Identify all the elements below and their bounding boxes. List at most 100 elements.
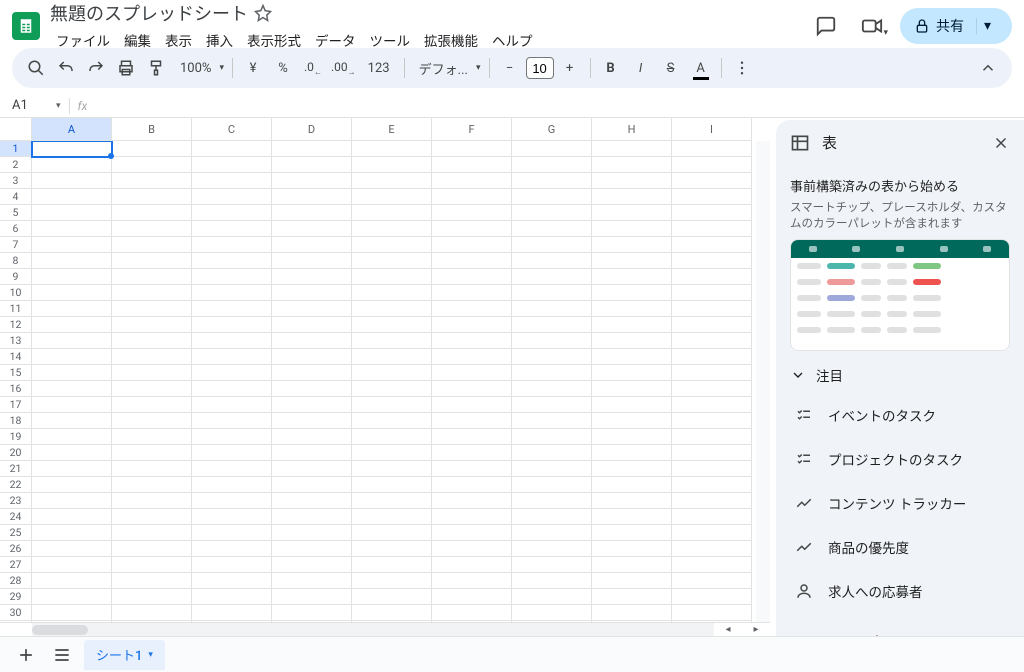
font-size-increase[interactable]: + [556, 54, 584, 82]
cell[interactable] [432, 413, 512, 429]
cell[interactable] [512, 269, 592, 285]
undo-icon[interactable] [52, 54, 80, 82]
cell[interactable] [592, 541, 672, 557]
cell[interactable] [672, 525, 752, 541]
font-size-input[interactable] [526, 57, 554, 79]
text-color-button[interactable]: A [687, 54, 715, 82]
cell[interactable] [672, 445, 752, 461]
row-header[interactable]: 10 [0, 285, 32, 301]
cell[interactable] [192, 397, 272, 413]
cell[interactable] [192, 445, 272, 461]
cell[interactable] [512, 525, 592, 541]
cell[interactable] [192, 189, 272, 205]
cell[interactable] [192, 477, 272, 493]
cell[interactable] [112, 541, 192, 557]
cell[interactable] [192, 205, 272, 221]
cell[interactable] [192, 157, 272, 173]
row-header[interactable]: 16 [0, 381, 32, 397]
row-header[interactable]: 29 [0, 589, 32, 605]
cell[interactable] [432, 269, 512, 285]
table-preview[interactable] [790, 239, 1010, 351]
cell[interactable] [672, 605, 752, 621]
cell[interactable] [192, 413, 272, 429]
cell[interactable] [112, 221, 192, 237]
cell[interactable] [592, 301, 672, 317]
cell[interactable] [192, 461, 272, 477]
cell[interactable] [192, 285, 272, 301]
cell[interactable] [272, 589, 352, 605]
section-featured[interactable]: 注目 [790, 351, 1010, 393]
cell[interactable] [272, 365, 352, 381]
add-sheet-button[interactable] [12, 641, 40, 669]
cell[interactable] [432, 189, 512, 205]
cell[interactable] [272, 173, 352, 189]
row-header[interactable]: 31 [0, 621, 32, 622]
cell[interactable] [272, 477, 352, 493]
cell[interactable] [32, 221, 112, 237]
cell[interactable] [432, 157, 512, 173]
cell[interactable] [112, 269, 192, 285]
cell[interactable] [112, 205, 192, 221]
section-event-planning[interactable]: イベント企画 [790, 613, 1010, 636]
column-header[interactable]: A [32, 118, 112, 141]
cell[interactable] [352, 461, 432, 477]
row-header[interactable]: 4 [0, 189, 32, 205]
cell[interactable] [352, 541, 432, 557]
cell[interactable] [112, 445, 192, 461]
cell[interactable] [32, 365, 112, 381]
share-dropdown-icon[interactable]: ▾ [976, 18, 998, 34]
row-header[interactable]: 18 [0, 413, 32, 429]
cell[interactable] [32, 605, 112, 621]
cell[interactable] [352, 221, 432, 237]
vertical-scrollbar[interactable] [756, 141, 770, 622]
cell[interactable] [192, 237, 272, 253]
cell[interactable] [352, 621, 432, 622]
row-header[interactable]: 11 [0, 301, 32, 317]
cell[interactable] [112, 173, 192, 189]
column-header[interactable]: E [352, 118, 432, 141]
cell[interactable] [32, 477, 112, 493]
cell[interactable] [32, 317, 112, 333]
cell[interactable] [592, 221, 672, 237]
cell[interactable] [592, 141, 672, 157]
cell[interactable] [192, 573, 272, 589]
cell[interactable] [432, 301, 512, 317]
cell[interactable] [672, 269, 752, 285]
cell[interactable] [672, 461, 752, 477]
cell[interactable] [192, 253, 272, 269]
cell[interactable] [32, 189, 112, 205]
cell[interactable] [432, 605, 512, 621]
cell[interactable] [592, 237, 672, 253]
cell[interactable] [32, 541, 112, 557]
cell[interactable] [272, 413, 352, 429]
cell[interactable] [352, 365, 432, 381]
cell[interactable] [512, 429, 592, 445]
cell[interactable] [672, 509, 752, 525]
cell[interactable] [512, 237, 592, 253]
doc-title[interactable]: 無題のスプレッドシート [50, 0, 248, 26]
cell[interactable] [192, 301, 272, 317]
cell[interactable] [432, 461, 512, 477]
print-icon[interactable] [112, 54, 140, 82]
cell[interactable] [272, 381, 352, 397]
template-applicants[interactable]: 求人への応募者 [790, 569, 1010, 613]
formula-bar-input[interactable] [87, 98, 1024, 113]
cell[interactable] [512, 285, 592, 301]
cell[interactable] [192, 509, 272, 525]
row-header[interactable]: 26 [0, 541, 32, 557]
cell[interactable] [592, 621, 672, 622]
cell[interactable] [512, 157, 592, 173]
cell[interactable] [112, 157, 192, 173]
cell[interactable] [352, 333, 432, 349]
cell[interactable] [512, 349, 592, 365]
cell[interactable] [512, 381, 592, 397]
sheet-tab-1[interactable]: シート1 ▾ [84, 640, 165, 670]
cell[interactable] [432, 221, 512, 237]
cell[interactable] [192, 221, 272, 237]
cell[interactable] [592, 429, 672, 445]
cell[interactable] [32, 589, 112, 605]
cell[interactable] [352, 381, 432, 397]
cell[interactable] [672, 333, 752, 349]
italic-button[interactable]: I [627, 54, 655, 82]
row-header[interactable]: 22 [0, 477, 32, 493]
